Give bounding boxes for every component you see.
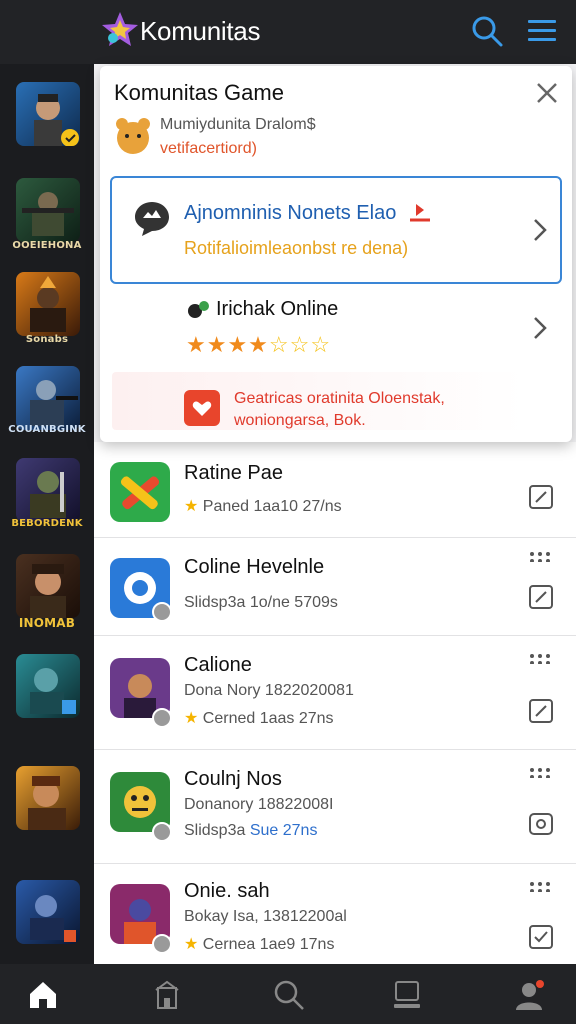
chat-icon [135,202,169,236]
flag-icon [410,204,430,222]
rail-game-7[interactable] [16,654,80,718]
edit-icon[interactable] [528,484,554,510]
bottom-navigation [0,964,576,1024]
rating-stars: ★★★★☆☆☆ [186,332,331,358]
rail-game-4[interactable] [16,366,80,430]
edit-icon[interactable] [528,584,554,610]
list-item[interactable]: Onie. sah Bokay Isa, 13812200al ★ Cernea… [94,864,576,964]
row-meta: Donanory 18822008I [184,796,334,813]
panel-subtitle: Mumiydunita Dralom$ [160,116,316,133]
status-badge [152,822,172,842]
chevron-right-icon[interactable] [530,216,550,244]
row-title: Coulnj Nos [184,768,282,790]
more-options-icon[interactable] [528,654,552,664]
device-icon[interactable] [390,978,424,1012]
building-icon[interactable] [150,978,184,1012]
community-panel: Komunitas Game Mumiydunita Dralom$ vetif… [100,66,572,442]
more-options-icon[interactable] [528,882,552,892]
robot-soldier-icon [30,380,78,426]
row-title: Ratine Pae [184,462,283,484]
status-badge [152,934,172,954]
home-icon[interactable] [26,978,60,1012]
star-icon: ★ [184,936,199,953]
hero-portrait-icon [30,564,66,618]
panel-status: vetifacertiord) [160,140,257,157]
row-meta-2: ★ Cernea 1ae9 17ns [184,936,335,953]
row-title: Calione [184,654,252,676]
game-character-icon [34,94,79,146]
alert-banner[interactable]: Geatricas oratinita Oloenstak, woniongars… [112,372,524,430]
rail-label-5: BEBORDENK [11,518,83,529]
rail-game-2[interactable] [16,178,80,242]
row-meta: Dona Nory 1822020081 [184,682,354,699]
warrior-icon [30,276,66,332]
online-row[interactable]: Irichak Online ★★★★☆☆☆ [186,296,562,366]
edit-icon[interactable] [528,698,554,724]
star-icon: ★ [184,498,199,515]
list-item[interactable]: Calione Dona Nory 1822020081 ★ Cerned 1a… [94,636,576,750]
chevron-right-icon[interactable] [530,314,550,342]
list-item[interactable]: Coulnj Nos Donanory 18822008I Slidsp3a S… [94,750,576,864]
search-icon[interactable] [470,14,504,48]
star-icon: ★ [184,710,199,727]
list-item[interactable]: Coline Hevelnle Slidsp3a 1o/ne 5709s [94,538,576,636]
game-app-icon [110,462,170,522]
mage-icon [30,895,76,942]
rail-game-9[interactable] [16,880,80,944]
rail-game-3[interactable] [16,272,80,336]
top-app-bar: Komunitas [0,0,576,64]
knight-icon [30,471,66,518]
rail-game-1[interactable] [16,82,80,146]
soldier-icon [22,192,74,236]
rail-game-6[interactable] [16,554,80,618]
star-icon: ★★★★ [186,332,269,357]
search-icon[interactable] [272,978,306,1012]
rail-game-8[interactable] [16,766,80,830]
game-controller-icon [188,301,209,318]
close-icon[interactable] [534,80,560,106]
rail-label-6: INOMAB [18,616,76,630]
adventurer-icon [28,776,66,830]
rail-label-4: COUANBGINK [8,424,86,435]
row-title: Onie. sah [184,880,270,902]
rail-game-5[interactable] [16,458,80,522]
heart-shield-icon [184,390,220,426]
app-title: Komunitas [140,16,261,46]
card-title: Ajnomninis Nonets Elao [184,202,397,224]
checkbox-icon[interactable] [528,924,554,950]
row-meta: Bokay Isa, 13812200al [184,908,347,925]
community-card[interactable]: Ajnomninis Nonets Elao Rotifalioimleaonb… [110,176,562,284]
elf-character-icon [30,668,76,714]
game-rail: OOEIEHONA Sonabs COUANBGINK BEBORDENK IN… [0,64,94,964]
row-meta: Slidsp3a 1o/ne 5709s [184,594,338,611]
camera-icon[interactable] [528,810,554,836]
card-subtitle: Rotifalioimleaonbst re dena) [184,238,409,258]
status-badge [152,602,172,622]
row-meta: ★ Paned 1aa10 27/ns [184,498,342,515]
more-options-icon[interactable] [528,552,552,562]
avatar [116,118,150,154]
profile-icon[interactable] [512,978,546,1012]
more-options-icon[interactable] [528,768,552,778]
row-title: Coline Hevelnle [184,556,325,578]
panel-title: Komunitas Game [114,80,284,105]
row-meta-2: ★ Cerned 1aas 27ns [184,710,334,727]
star-icon: ☆☆☆ [268,332,332,357]
row-meta-2: Slidsp3a Sue 27ns [184,822,318,839]
rail-label-2: OOEIEHONA [12,240,82,251]
app-logo-icon [102,12,138,46]
alert-text: Geatricas oratinita Oloenstak, woniongars… [234,390,445,429]
rail-label-3: Sonabs [25,334,69,345]
online-title: Irichak Online [216,298,339,320]
status-badge [152,708,172,728]
menu-icon[interactable] [526,16,558,46]
list-item[interactable]: Ratine Pae ★ Paned 1aa10 27/ns [94,442,576,538]
